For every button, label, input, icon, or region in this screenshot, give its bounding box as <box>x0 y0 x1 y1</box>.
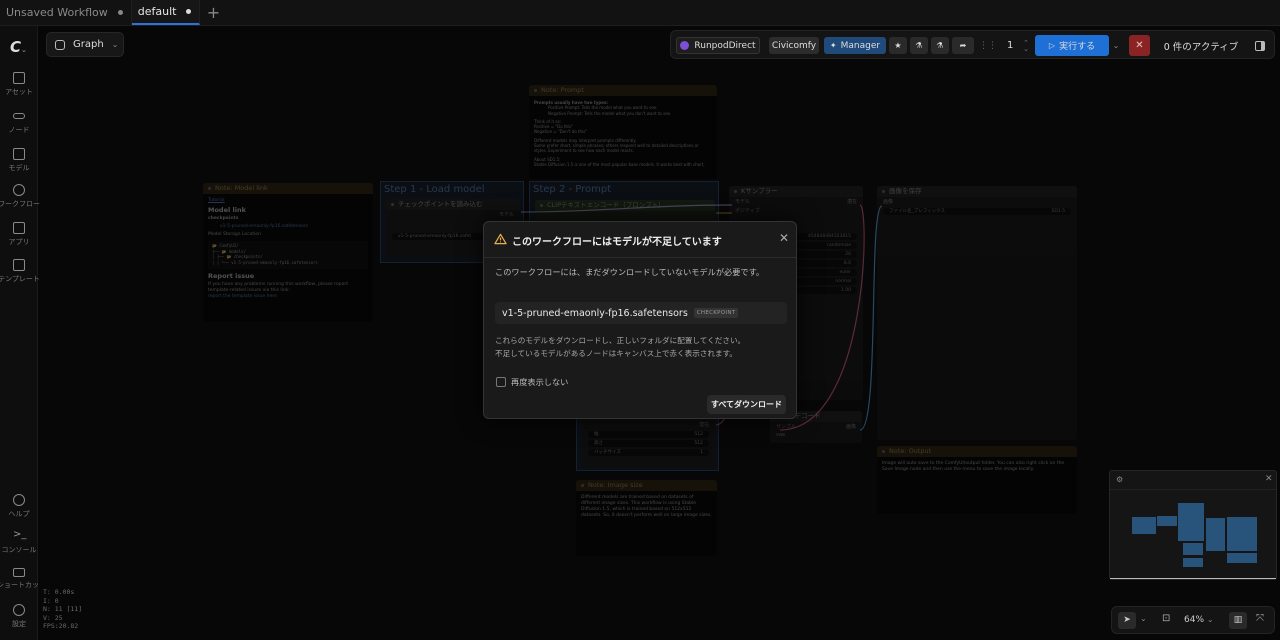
sidebar: C⌄ アセット ノード モデル ワークフロー アプリ テンプレート ヘルプ >_… <box>0 26 41 640</box>
tab-label: default <box>137 5 177 18</box>
sidebar-item-help[interactable]: ヘルプ <box>0 494 38 519</box>
unsaved-dot-icon <box>117 10 123 15</box>
tab-unsaved-workflow[interactable]: Unsaved Workflow <box>0 0 132 25</box>
sidebar-item-settings[interactable]: 設定 <box>0 604 38 629</box>
keyboard-icon <box>13 568 25 577</box>
app-root: Note: Model link Tutorial Model link che… <box>0 0 1280 640</box>
star-icon[interactable]: ★ <box>889 37 907 54</box>
panel-toggle-icon[interactable] <box>1252 37 1268 54</box>
manager-button[interactable]: ✦ Manager <box>824 37 886 54</box>
missing-models-dialog: このワークフローにはモデルが不足しています ✕ このワークフローには、まだダウン… <box>483 221 797 419</box>
sidebar-item-templates[interactable]: テンプレート <box>0 259 40 284</box>
missing-model-item: v1-5-pruned-emaonly-fp16.safetensors CHE… <box>495 302 787 324</box>
share-icon[interactable]: ➦ <box>952 37 974 54</box>
minimap-node <box>1206 518 1225 551</box>
tab-label: Unsaved Workflow <box>6 6 108 19</box>
graph-icon <box>55 39 65 50</box>
console-icon: >_ <box>13 529 27 540</box>
minimap-divider <box>1110 489 1276 490</box>
sidebar-item-models[interactable]: モデル <box>0 148 38 173</box>
select-tool-icon[interactable]: ➤ <box>1118 612 1136 629</box>
model-icon[interactable]: ⚗ <box>910 37 928 54</box>
minimap-node <box>1183 558 1203 567</box>
chevron-down-icon: ⌄ <box>111 40 119 49</box>
top-toolbar: RunpodDirect Civicomfy ✦ Manager ★ ⚗ ⚗ ➦ … <box>670 30 1275 59</box>
minimap-settings-icon[interactable]: ⚙ <box>1116 475 1123 484</box>
unsaved-dot-icon <box>186 9 192 14</box>
comfy-logo-icon[interactable]: C⌄ <box>10 38 34 58</box>
app-icon <box>13 222 25 234</box>
new-tab-button[interactable]: + <box>200 0 226 25</box>
runpod-icon <box>680 41 690 50</box>
minimap-node <box>1178 503 1204 541</box>
play-icon: ▷ <box>1048 41 1056 50</box>
canvas-controls: ➤ ⌄ ⊡ 64% ⌄ ▥ ⤧ <box>1111 606 1275 634</box>
minimap-node <box>1227 553 1257 563</box>
dont-show-again-checkbox[interactable]: 再度表示しない <box>496 376 568 388</box>
minimap-close-icon[interactable]: ✕ <box>1265 474 1273 484</box>
run-options-chevron-icon[interactable]: ⌄ <box>1111 37 1121 54</box>
dialog-info: これらのモデルをダウンロードし、正しいフォルダに配置してください。 不足している… <box>495 336 746 358</box>
sidebar-item-nodes[interactable]: ノード <box>0 110 38 135</box>
queue-stepper[interactable]: ⌃ ⌄ <box>1021 37 1031 54</box>
civicomfy-button[interactable]: Civicomfy <box>769 37 819 54</box>
model-filename: v1-5-pruned-emaonly-fp16.safetensors <box>502 307 688 319</box>
graph-mode-menu[interactable]: Graph ⌄ <box>46 32 124 57</box>
link-visibility-icon[interactable]: ⤧ <box>1256 613 1264 624</box>
dialog-divider <box>484 257 796 258</box>
sidebar-item-apps[interactable]: アプリ <box>0 222 38 247</box>
model-type-badge: CHECKPOINT <box>693 308 739 318</box>
zoom-level[interactable]: 64% ⌄ <box>1184 615 1214 625</box>
warning-icon <box>494 233 507 245</box>
node-icon <box>13 113 25 119</box>
run-button[interactable]: ▷ 実行する <box>1035 35 1109 56</box>
checkbox-box[interactable] <box>496 377 506 387</box>
workflow-icon <box>13 184 25 196</box>
model-icon <box>13 148 25 160</box>
drag-handle-icon[interactable]: ⋮⋮ <box>979 37 997 54</box>
sidebar-item-workflows[interactable]: ワークフロー <box>0 184 40 209</box>
minimap-node <box>1157 516 1177 526</box>
flask-icon[interactable]: ⚗ <box>931 37 949 54</box>
minimap-toggle-icon[interactable]: ▥ <box>1229 612 1247 629</box>
minimap-node <box>1183 543 1203 555</box>
minimap-viewport[interactable] <box>1110 578 1276 579</box>
download-all-button[interactable]: すべてダウンロード <box>707 395 786 414</box>
minimap-node <box>1132 517 1156 534</box>
cancel-run-button[interactable]: ✕ <box>1129 35 1150 56</box>
perf-stats: T: 0.00s I: 0 N: 11 [11] V: 25 FPS:20.82 <box>43 588 83 630</box>
puzzle-icon: ✦ <box>829 41 837 50</box>
sidebar-item-console[interactable]: >_ コンソール <box>0 530 38 555</box>
runpod-button[interactable]: RunpodDirect <box>676 37 760 54</box>
settings-icon <box>13 604 25 616</box>
help-icon <box>13 494 25 506</box>
checkbox-label: 再度表示しない <box>511 377 569 387</box>
sidebar-item-shortcuts[interactable]: ショートカット <box>0 568 41 590</box>
graph-menu-label: Graph <box>73 39 104 50</box>
tab-bar: Unsaved Workflow default + <box>0 0 1280 26</box>
template-icon <box>13 259 25 271</box>
close-icon[interactable]: ✕ <box>779 231 789 245</box>
tab-default[interactable]: default <box>131 0 201 25</box>
dialog-title: このワークフローにはモデルが不足しています <box>512 237 722 248</box>
dialog-description: このワークフローには、まだダウンロードしていないモデルが必要です。 <box>495 267 765 277</box>
sidebar-item-assets[interactable]: アセット <box>0 72 38 97</box>
assets-icon <box>13 72 25 84</box>
active-queue-button[interactable]: 0 件のアクティブ <box>1156 37 1246 54</box>
chevron-down-icon[interactable]: ⌄ <box>1140 614 1147 623</box>
minimap-node <box>1227 517 1257 551</box>
minimap[interactable]: ⚙ ✕ <box>1109 470 1277 580</box>
fit-view-icon[interactable]: ⊡ <box>1162 613 1170 624</box>
